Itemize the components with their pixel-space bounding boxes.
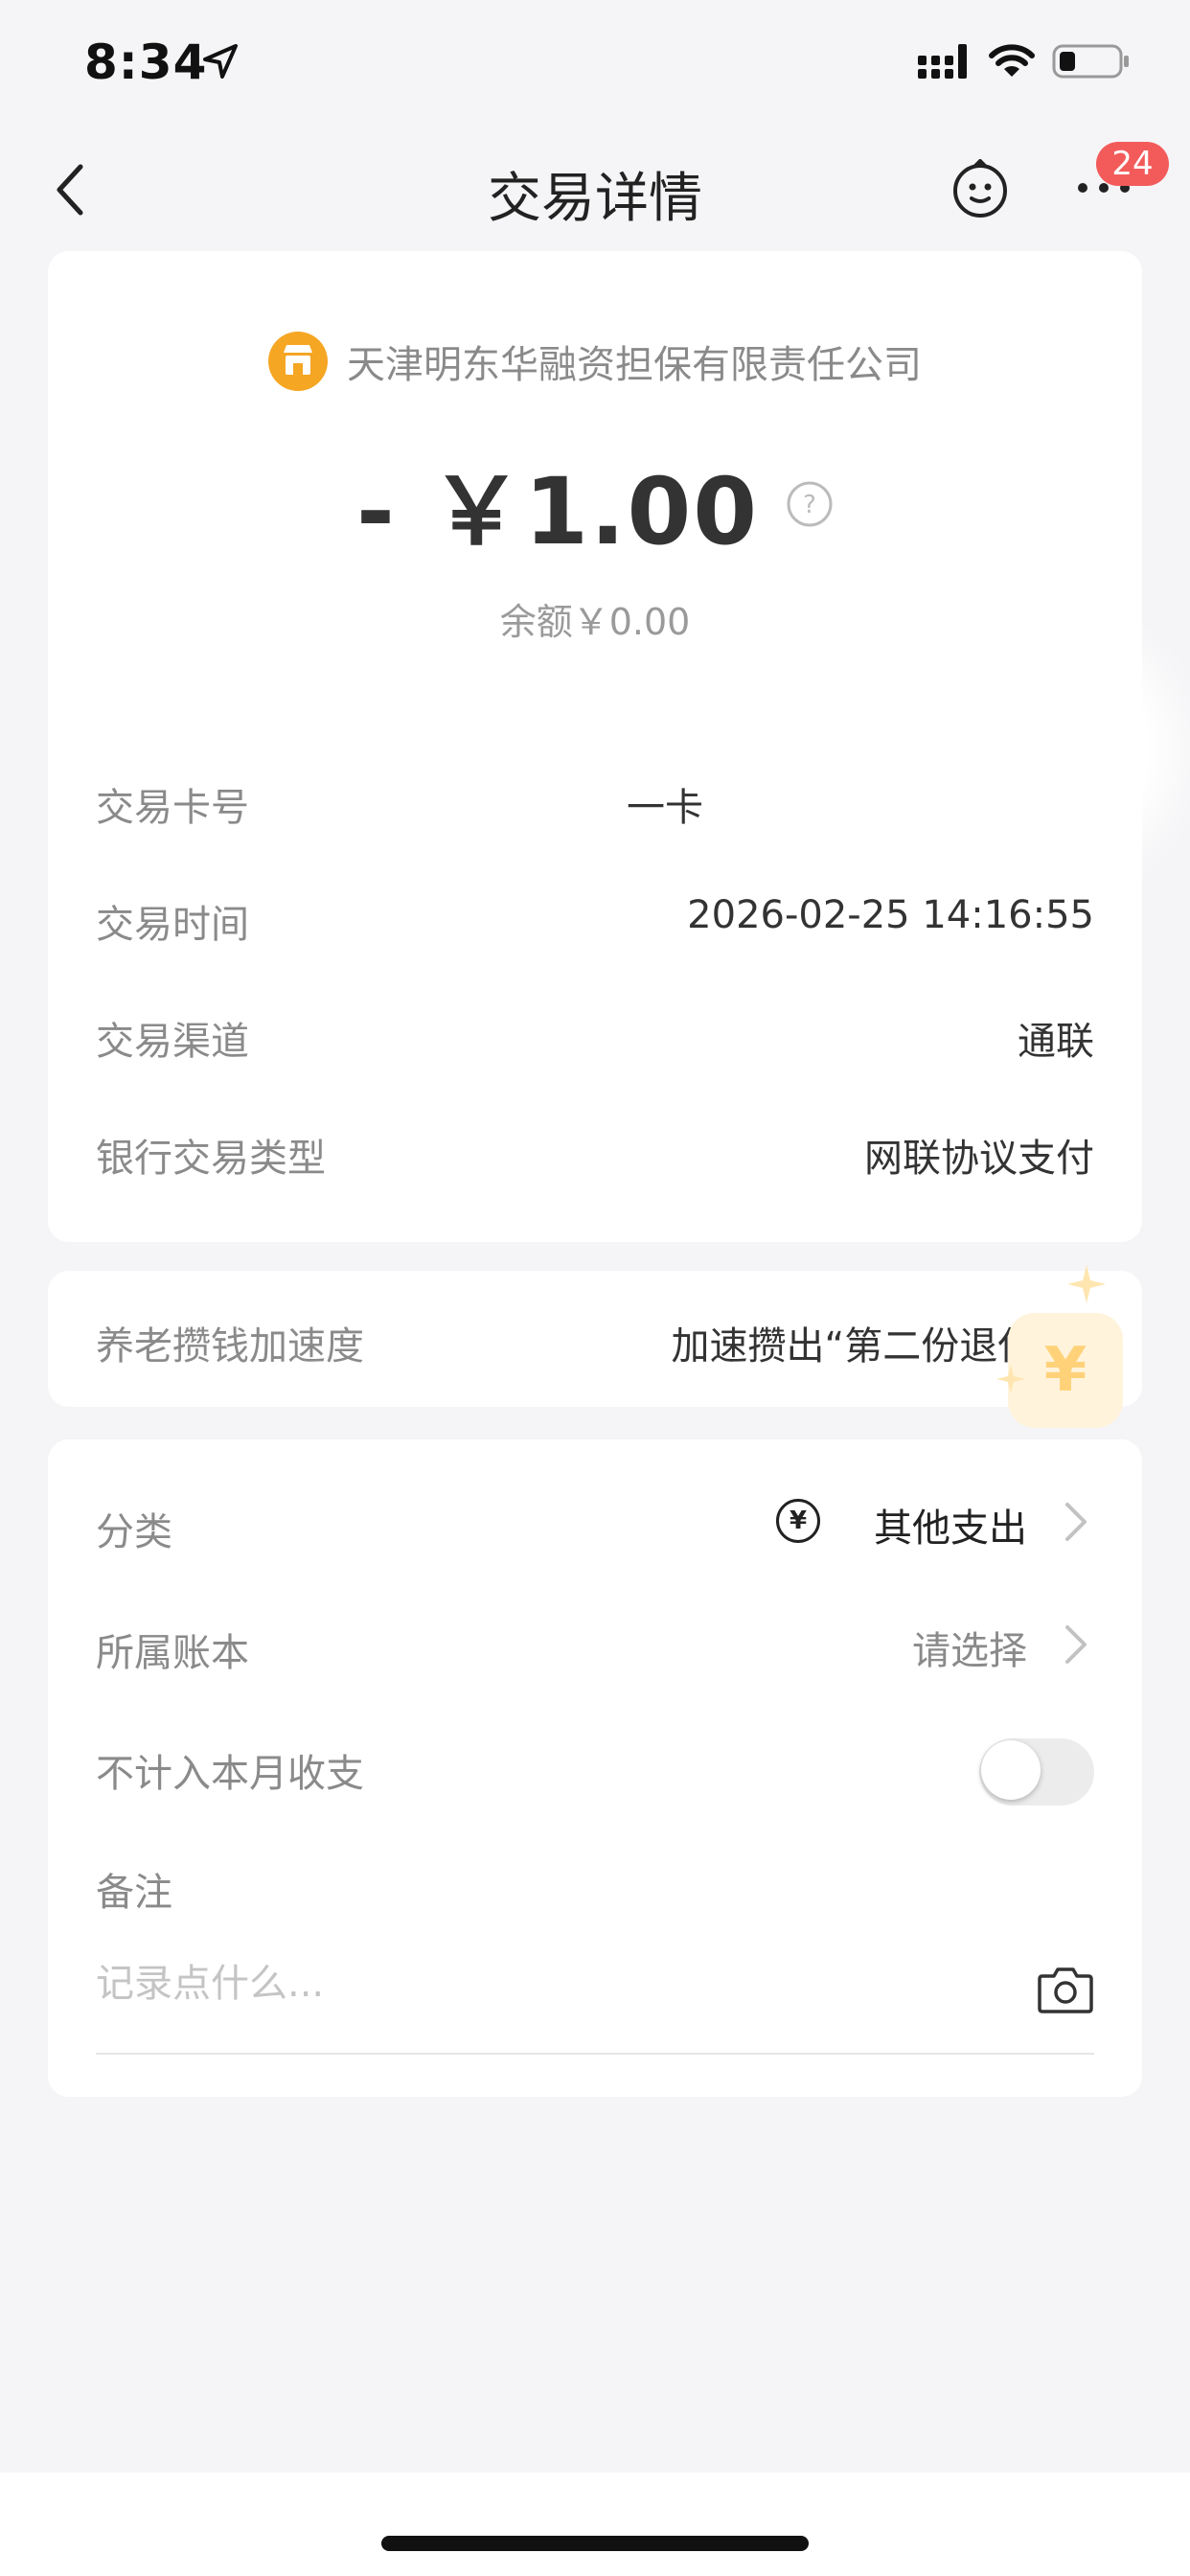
page-title: 交易详情 — [488, 168, 702, 230]
bank-transaction-type-label: 银行交易类型 — [96, 1137, 326, 1181]
transaction-time-value: 2026-02-25 14:16:55 — [687, 893, 1094, 937]
notification-badge: 24 — [1096, 142, 1169, 186]
toggle-knob — [981, 1740, 1041, 1800]
bottom-safe-area — [0, 2472, 1190, 2576]
store-icon — [268, 332, 328, 391]
yuan-circle-icon: ¥ — [776, 1499, 820, 1543]
ledger-value: 请选择 — [912, 1629, 1027, 1673]
svg-text:?: ? — [803, 491, 816, 519]
balance-text: 余额￥0.00 — [499, 601, 691, 643]
wifi-icon — [989, 44, 1035, 77]
transaction-channel-label: 交易渠道 — [96, 1020, 249, 1064]
robot-face-icon[interactable] — [950, 159, 1010, 218]
yuan-coin-icon: ¥ — [1008, 1313, 1123, 1428]
note-input[interactable] — [96, 1955, 958, 2012]
cellular-signal-icon — [918, 44, 967, 79]
amount-row: - ￥1.00 ? — [48, 437, 1142, 570]
transaction-channel-value: 通联 — [1018, 1020, 1094, 1064]
battery-icon — [1052, 44, 1129, 79]
sparkle-icon — [1067, 1265, 1106, 1303]
transaction-summary-card: 天津明东华融资担保有限责任公司 - ￥1.00 ? 余额￥0.00 交易卡号 一… — [48, 251, 1150, 1242]
transaction-time-label: 交易时间 — [96, 903, 249, 947]
status-bar: 8:34 — [0, 0, 1190, 125]
merchant-row: 天津明东华融资担保有限责任公司 — [48, 332, 1142, 395]
ledger-label: 所属账本 — [96, 1631, 249, 1675]
exclude-month-toggle[interactable] — [979, 1738, 1094, 1806]
category-value: 其他支出 — [874, 1506, 1027, 1551]
redaction-blur — [709, 654, 1150, 845]
merchant-name: 天津明东华融资担保有限责任公司 — [347, 343, 922, 387]
bank-transaction-type-value: 网联协议支付 — [864, 1137, 1094, 1181]
sparkle-icon — [996, 1365, 1025, 1393]
location-arrow-icon — [203, 44, 238, 79]
settings-card: 分类 ¥ 其他支出 所属账本 请选择 不计入本月收支 备注 — [48, 1439, 1142, 2097]
question-circle-icon[interactable]: ? — [786, 480, 834, 528]
category-label: 分类 — [96, 1510, 172, 1554]
chevron-right-icon — [1065, 1625, 1087, 1664]
exclude-month-label: 不计入本月收支 — [96, 1752, 364, 1796]
status-time: 8:34 — [84, 34, 208, 90]
chevron-right-icon — [1065, 1503, 1087, 1541]
note-underline — [96, 2053, 1094, 2055]
card-number-value: 一卡 — [627, 786, 703, 830]
transaction-amount: - ￥1.00 — [355, 458, 760, 565]
pension-label: 养老攒钱加速度 — [96, 1324, 364, 1368]
card-number-label: 交易卡号 — [96, 786, 249, 830]
note-label: 备注 — [96, 1871, 172, 1915]
camera-icon[interactable] — [1037, 1965, 1094, 2014]
pension-promo-card[interactable]: 养老攒钱加速度 加速攒出“第二份退休金” — [48, 1271, 1142, 1407]
home-indicator[interactable] — [381, 2536, 809, 2551]
